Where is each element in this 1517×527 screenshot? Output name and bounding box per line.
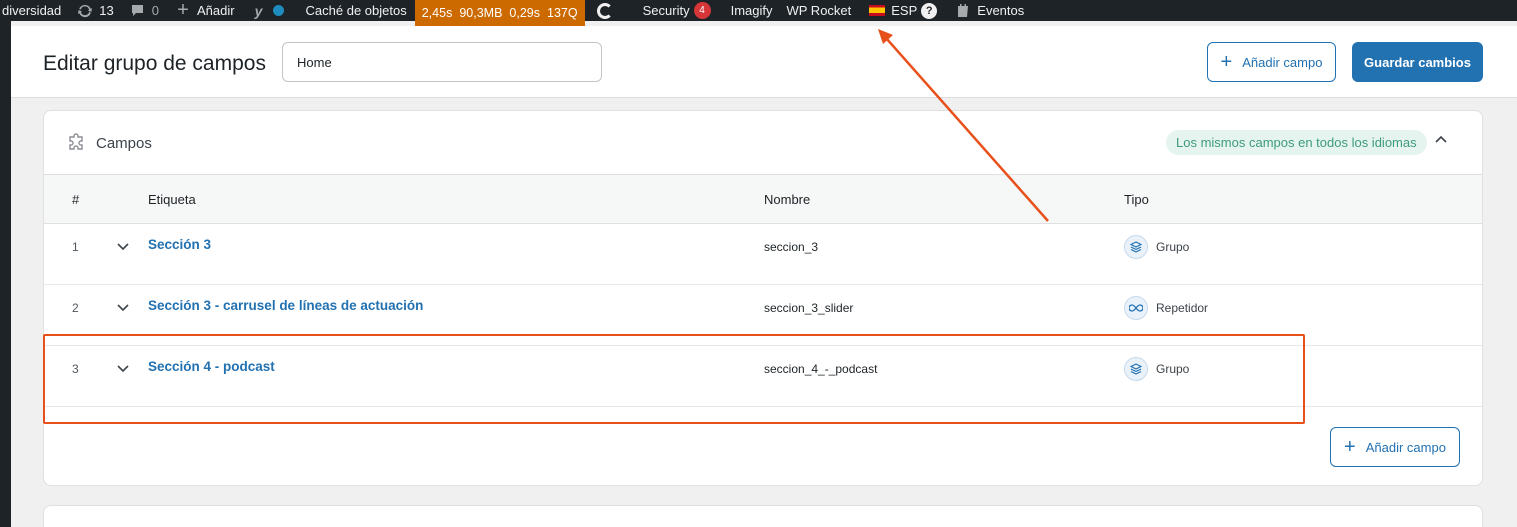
settings-panel: [43, 505, 1483, 527]
comment-icon: [130, 3, 146, 19]
language-switcher[interactable]: ESP ?: [859, 0, 945, 21]
field-row[interactable]: 1 Sección 3 seccion_3 Grupo: [44, 224, 1482, 285]
comments-link[interactable]: 0: [122, 0, 167, 21]
comments-count: 0: [151, 3, 159, 18]
admin-bar: diversidad 13 0 + Añadir y Caché de obje…: [0, 0, 1517, 26]
imagify-link[interactable]: Imagify: [719, 0, 781, 21]
plus-icon: +: [1344, 436, 1356, 458]
add-field-button-footer[interactable]: + Añadir campo: [1330, 427, 1460, 467]
calendar-icon: [955, 3, 971, 19]
security-count-badge: 4: [693, 2, 711, 19]
infinity-icon: [1124, 296, 1148, 320]
seo-status-dot-icon: [272, 5, 284, 16]
field-name: seccion_3_slider: [764, 301, 854, 315]
security-label: Security: [642, 3, 690, 18]
field-type-label: Repetidor: [1156, 301, 1209, 315]
plus-icon: +: [177, 0, 189, 21]
perf-queries: 137Q: [547, 6, 578, 20]
field-type: Repetidor: [1124, 296, 1208, 320]
site-name-link[interactable]: diversidad: [0, 0, 69, 21]
refresh-icon: [77, 3, 93, 19]
add-new-label: Añadir: [196, 3, 235, 18]
field-type: Grupo: [1124, 357, 1189, 381]
chevron-down-icon[interactable]: [116, 300, 130, 317]
field-label-link[interactable]: Sección 3 - carrusel de líneas de actuac…: [148, 298, 423, 313]
yoast-icon: y: [254, 2, 263, 19]
add-field-label: Añadir campo: [1365, 439, 1446, 455]
field-row[interactable]: 2 Sección 3 - carrusel de líneas de actu…: [44, 285, 1482, 346]
fields-panel-header: Campos Los mismos campos en todos los id…: [44, 111, 1482, 175]
object-cache-label: Caché de objetos: [305, 3, 407, 18]
field-type-label: Grupo: [1156, 362, 1190, 376]
admin-menu-edge: [0, 21, 11, 527]
chevron-down-icon[interactable]: [116, 239, 130, 256]
page-header: Editar grupo de campos + Añadir campo Gu…: [11, 26, 1517, 98]
column-name: Nombre: [764, 192, 811, 207]
layers-icon: [1124, 235, 1148, 259]
object-cache-link[interactable]: Caché de objetos: [292, 0, 415, 21]
query-monitor-stats[interactable]: 2,45s 90,3MB 0,29s 137Q: [414, 0, 585, 26]
language-label: ESP: [891, 3, 918, 18]
spain-flag-icon: [869, 5, 886, 16]
imagify-label: Imagify: [730, 3, 773, 18]
field-order: 1: [72, 240, 79, 254]
add-new-link[interactable]: + Añadir: [167, 0, 243, 21]
panel-title: Campos: [96, 135, 152, 152]
site-name: diversidad: [2, 3, 62, 18]
wp-rocket-label: WP Rocket: [786, 3, 852, 18]
events-label: Eventos: [977, 3, 1025, 18]
field-type-label: Grupo: [1156, 240, 1190, 254]
field-name: seccion_4_-_podcast: [764, 362, 878, 376]
quic-cloud-icon: [596, 2, 613, 19]
layers-icon: [1124, 357, 1148, 381]
perf-db-time: 0,29s: [509, 6, 541, 20]
field-label-link[interactable]: Sección 4 - podcast: [148, 359, 275, 374]
plus-icon: +: [1220, 51, 1233, 73]
quic-cloud-link[interactable]: [585, 0, 625, 21]
field-row[interactable]: 3 Sección 4 - podcast seccion_4_-_podcas…: [44, 346, 1482, 407]
updates-link[interactable]: 13: [69, 0, 121, 21]
field-name: seccion_3: [764, 240, 819, 254]
wp-rocket-link[interactable]: WP Rocket: [780, 0, 859, 21]
perf-memory: 90,3MB: [459, 6, 503, 20]
perf-time: 2,45s: [421, 6, 453, 20]
chevron-up-icon[interactable]: [1434, 133, 1448, 152]
add-field-label: Añadir campo: [1242, 54, 1323, 70]
save-changes-button[interactable]: Guardar cambios: [1352, 42, 1483, 82]
help-icon[interactable]: ?: [921, 2, 938, 19]
add-field-button-header[interactable]: + Añadir campo: [1207, 42, 1336, 82]
page-title: Editar grupo de campos: [43, 52, 266, 75]
language-badge: Los mismos campos en todos los idiomas: [1166, 130, 1427, 155]
column-num: #: [72, 192, 80, 207]
field-order: 2: [72, 301, 79, 315]
security-link[interactable]: Security 4: [625, 0, 719, 21]
fields-panel: Campos Los mismos campos en todos los id…: [43, 110, 1483, 486]
updates-count: 13: [99, 3, 114, 18]
field-type: Grupo: [1124, 235, 1189, 259]
yoast-link[interactable]: y: [243, 0, 292, 21]
puzzle-icon: [67, 133, 87, 158]
field-group-title-input[interactable]: [282, 42, 602, 82]
events-link[interactable]: Eventos: [945, 0, 1032, 21]
column-type: Tipo: [1124, 192, 1149, 207]
field-label-link[interactable]: Sección 3: [148, 237, 211, 252]
field-order: 3: [72, 362, 79, 376]
chevron-down-icon[interactable]: [116, 361, 130, 378]
column-label: Etiqueta: [148, 192, 196, 207]
fields-table-header: # Etiqueta Nombre Tipo: [44, 175, 1482, 224]
